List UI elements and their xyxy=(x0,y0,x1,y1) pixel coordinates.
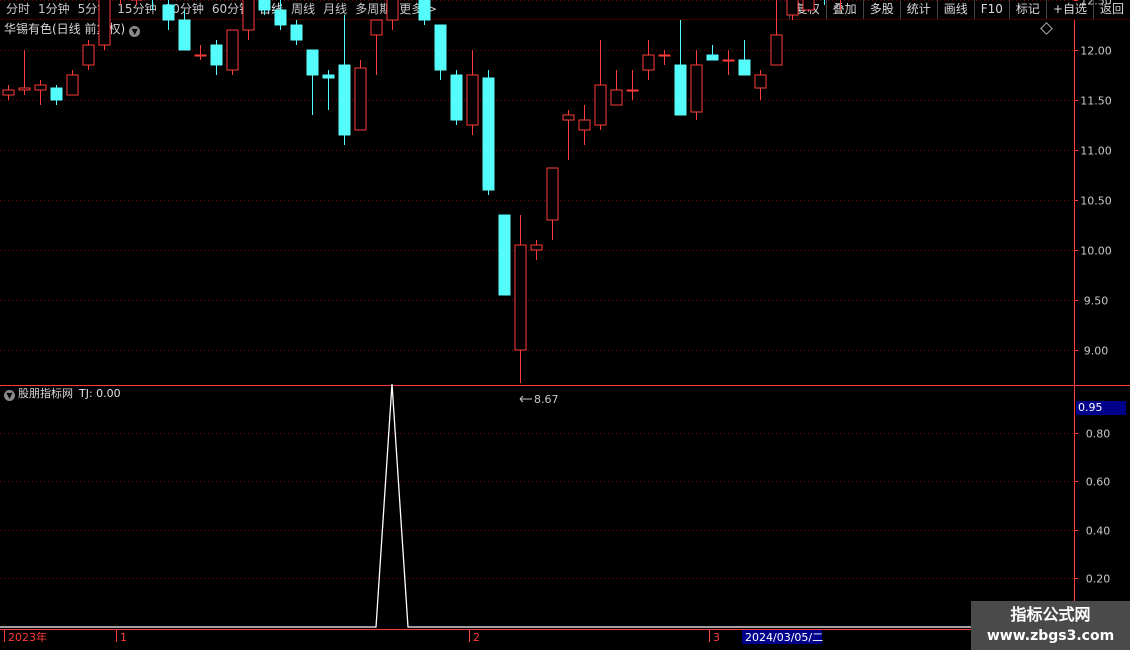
candle-body xyxy=(450,74,463,121)
candle-body xyxy=(210,44,223,66)
candle-body xyxy=(50,87,63,101)
candle-body xyxy=(610,89,623,106)
low-marker-arrow xyxy=(519,395,532,403)
candle-body xyxy=(418,0,431,21)
candle-body xyxy=(690,64,703,113)
candle-body xyxy=(642,54,655,71)
watermark-title: 指标公式网 xyxy=(1010,605,1091,624)
candle-body xyxy=(674,64,687,116)
candle-body xyxy=(370,19,383,36)
candle-body xyxy=(66,74,79,96)
price-tick-label: 11.50 xyxy=(1080,95,1112,108)
price-tick-label: 10.00 xyxy=(1080,245,1112,258)
candle-body xyxy=(162,4,175,21)
indicator-tj-value: TJ: 0.00 xyxy=(79,387,121,400)
price-tick-label: 9.50 xyxy=(1084,295,1109,308)
indicator-tj-line xyxy=(0,383,1074,628)
candle-body xyxy=(530,244,543,251)
chart-canvas[interactable]: 15.0014.5014.0013.5013.0012.5012.0011.50… xyxy=(0,0,1130,650)
candle-body xyxy=(274,9,287,26)
candle-body xyxy=(658,54,671,57)
candle-body xyxy=(178,19,191,51)
candle-body xyxy=(82,44,95,66)
candle-body xyxy=(2,89,15,96)
indicator-current-value-badge: 0.95 xyxy=(1076,401,1126,415)
candle-body xyxy=(290,24,303,41)
candle-body xyxy=(562,114,575,121)
indicator-name[interactable]: 股朋指标网 xyxy=(18,387,73,400)
candle-body xyxy=(34,84,47,91)
candle-body xyxy=(258,0,271,11)
price-tick-label: 11.00 xyxy=(1080,145,1112,158)
candle-body xyxy=(754,74,767,89)
candle-body xyxy=(242,0,255,31)
candle-body xyxy=(546,167,559,221)
candle-body xyxy=(770,34,783,66)
candle-body xyxy=(626,89,639,92)
candle-body xyxy=(802,0,815,11)
price-tick-label: 12.00 xyxy=(1080,45,1112,58)
candle-body xyxy=(514,244,527,351)
price-tick-label: 10.50 xyxy=(1080,195,1112,208)
chevron-down-icon[interactable]: ▼ xyxy=(4,390,15,401)
candle-body xyxy=(434,24,447,71)
candle-body xyxy=(706,54,719,61)
candle-body xyxy=(18,87,31,91)
time-axis-label: 2023年 xyxy=(8,630,47,644)
candle-body xyxy=(322,74,335,79)
candle-body xyxy=(498,214,511,296)
candle-body xyxy=(338,64,351,136)
candle-body xyxy=(194,54,207,57)
candle-body xyxy=(578,119,591,131)
candle-body xyxy=(386,0,399,21)
time-axis-label: 3 xyxy=(713,631,720,644)
watermark: 指标公式网 www.zbgs3.com xyxy=(971,601,1130,650)
candle-body xyxy=(466,74,479,126)
watermark-url: www.zbgs3.com xyxy=(986,628,1115,644)
indicator-tick-label: 0.60 xyxy=(1086,476,1111,489)
candle-body xyxy=(786,0,799,16)
candle-body xyxy=(722,59,735,62)
price-tick-label: 9.00 xyxy=(1084,345,1109,358)
low-price-label: 8.67 xyxy=(534,393,559,406)
candle-body xyxy=(482,77,495,191)
candle-body xyxy=(738,59,751,76)
price-tick-label: 12.50 xyxy=(1080,0,1112,8)
indicator-header: ▼ 股朋指标网 TJ: 0.00 xyxy=(4,387,121,401)
indicator-tick-label: 0.80 xyxy=(1086,428,1111,441)
cursor-date-label: 2024/03/05/二 xyxy=(745,631,823,644)
candle-body xyxy=(306,49,319,76)
indicator-tick-label: 0.40 xyxy=(1086,525,1111,538)
candle-body xyxy=(226,29,239,71)
candle-body xyxy=(354,67,367,131)
candle-body xyxy=(98,0,111,46)
time-axis-label: 1 xyxy=(120,631,127,644)
time-axis-label: 2 xyxy=(473,631,480,644)
indicator-tick-label: 0.20 xyxy=(1086,573,1111,586)
candle-body xyxy=(594,84,607,126)
